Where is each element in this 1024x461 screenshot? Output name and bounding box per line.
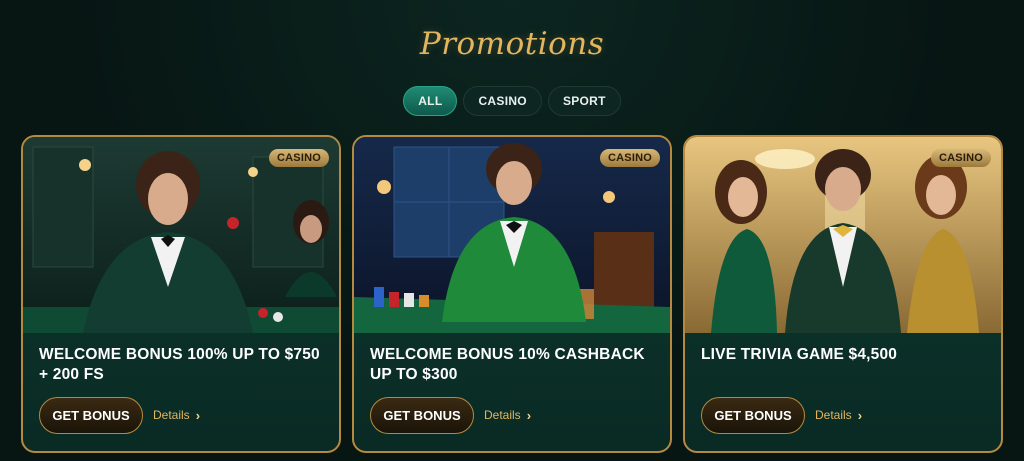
get-bonus-button[interactable]: GET BONUS: [701, 397, 805, 434]
get-bonus-button[interactable]: GET BONUS: [39, 397, 143, 434]
category-badge: CASINO: [931, 149, 991, 167]
details-link[interactable]: Details ›: [484, 407, 531, 423]
promo-title-line-2: UP TO $300: [370, 366, 458, 383]
details-label: Details: [815, 408, 852, 422]
details-link[interactable]: Details ›: [815, 407, 862, 423]
chevron-right-icon: ›: [526, 407, 532, 423]
promotions-page: Promotions ALL CASINO SPORT CASINO WELCO…: [0, 0, 1024, 461]
promo-image: CASINO: [23, 137, 339, 333]
promo-title: WELCOME BONUS 100% UP TO $750 + 200 FS: [39, 345, 329, 385]
promo-title-line-1: LIVE TRIVIA GAME $4,500: [701, 346, 898, 363]
promo-title-line-1: WELCOME BONUS 10% CASHBACK: [370, 346, 645, 363]
chevron-right-icon: ›: [195, 407, 201, 423]
category-badge: CASINO: [600, 149, 660, 167]
promo-card-cashback: CASINO WELCOME BONUS 10% CASHBACK UP TO …: [352, 135, 672, 453]
tab-casino[interactable]: CASINO: [463, 86, 542, 116]
promo-title: WELCOME BONUS 10% CASHBACK UP TO $300: [370, 345, 660, 385]
tab-all[interactable]: ALL: [403, 86, 458, 116]
promo-title-line-2: + 200 FS: [39, 366, 104, 383]
get-bonus-button[interactable]: GET BONUS: [370, 397, 474, 434]
page-title: Promotions: [419, 26, 605, 62]
filter-tabs: ALL CASINO SPORT: [0, 86, 1024, 116]
promo-title-line-1: WELCOME BONUS 100% UP TO $750: [39, 346, 320, 363]
chevron-right-icon: ›: [857, 407, 863, 423]
promo-card-live-trivia: CASINO LIVE TRIVIA GAME $4,500 GET BONUS…: [683, 135, 1003, 453]
promo-cards: CASINO WELCOME BONUS 100% UP TO $750 + 2…: [21, 135, 1003, 453]
tab-sport[interactable]: SPORT: [547, 86, 621, 116]
promo-title: LIVE TRIVIA GAME $4,500: [701, 345, 991, 365]
promo-image: CASINO: [354, 137, 670, 333]
promo-card-welcome-bonus: CASINO WELCOME BONUS 100% UP TO $750 + 2…: [21, 135, 341, 453]
promo-image: CASINO: [685, 137, 1001, 333]
details-label: Details: [484, 408, 521, 422]
details-link[interactable]: Details ›: [153, 407, 200, 423]
details-label: Details: [153, 408, 190, 422]
category-badge: CASINO: [269, 149, 329, 167]
